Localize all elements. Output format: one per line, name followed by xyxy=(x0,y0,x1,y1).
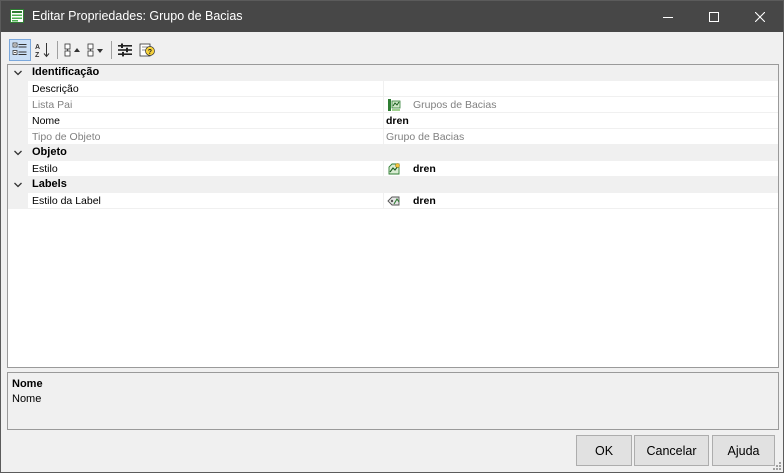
property-value-nome[interactable]: dren xyxy=(386,115,409,127)
basin-group-icon xyxy=(388,99,401,111)
description-panel: Nome Nome xyxy=(7,372,779,430)
window-title: Editar Propriedades: Grupo de Bacias xyxy=(32,9,243,23)
sort-az-icon: A Z xyxy=(35,43,50,58)
title-bar[interactable]: Editar Propriedades: Grupo de Bacias xyxy=(1,1,783,32)
property-name: Estilo xyxy=(32,163,58,175)
property-name: Estilo da Label xyxy=(32,195,101,207)
chevron-down-icon[interactable] xyxy=(13,148,23,158)
property-name: Tipo de Objeto xyxy=(32,131,101,143)
cancel-button[interactable]: Cancelar xyxy=(634,435,709,466)
svg-text:A: A xyxy=(35,44,40,51)
collapse-all-button[interactable] xyxy=(62,39,84,61)
property-pages-button[interactable] xyxy=(115,39,135,61)
property-row-tipo-de-objeto[interactable]: Tipo de Objeto Grupo de Bacias xyxy=(8,129,778,145)
close-button[interactable] xyxy=(737,1,783,32)
property-name: Descrição xyxy=(32,83,79,95)
properties-dialog: Editar Propriedades: Grupo de Bacias A Z… xyxy=(0,0,784,473)
resize-grip-icon[interactable] xyxy=(772,461,782,471)
ok-button[interactable]: OK xyxy=(576,435,632,466)
category-label: Labels xyxy=(32,178,67,190)
property-pages-icon xyxy=(118,43,132,57)
description-text: Nome xyxy=(12,393,42,405)
property-value-lista-pai: Grupos de Bacias xyxy=(413,99,497,111)
expand-all-button[interactable] xyxy=(85,39,107,61)
chevron-down-icon[interactable] xyxy=(13,68,23,78)
property-row-estilo[interactable]: Estilo dren xyxy=(8,161,778,177)
categorized-icon xyxy=(12,42,27,55)
category-objeto[interactable]: Objeto xyxy=(8,145,778,161)
app-properties-icon xyxy=(10,9,24,23)
category-labels[interactable]: Labels xyxy=(8,177,778,193)
property-row-descricao[interactable]: Descrição xyxy=(8,81,778,97)
property-name: Lista Pai xyxy=(32,99,73,111)
svg-text:?: ? xyxy=(148,49,152,56)
help-dialog-button[interactable]: Ajuda xyxy=(712,435,775,466)
help-icon: ? xyxy=(139,43,155,57)
alphabetical-view-button[interactable]: A Z xyxy=(33,39,53,61)
property-value-tipo-de-objeto: Grupo de Bacias xyxy=(386,131,465,143)
category-identificacao[interactable]: Identificação xyxy=(8,65,778,81)
svg-text:Z: Z xyxy=(35,52,40,58)
property-value-estilo-da-label[interactable]: dren xyxy=(413,195,436,207)
categorized-view-button[interactable] xyxy=(9,39,31,61)
collapse-icon xyxy=(64,43,80,57)
maximize-icon xyxy=(709,11,719,22)
property-grid-toolbar: A Z ? xyxy=(7,38,777,62)
property-row-nome[interactable]: Nome dren xyxy=(8,113,778,129)
maximize-button[interactable] xyxy=(691,1,737,32)
property-row-lista-pai[interactable]: Lista Pai Grupos de Bacias xyxy=(8,97,778,113)
category-label: Objeto xyxy=(32,146,67,158)
minimize-icon xyxy=(663,16,673,18)
label-style-icon xyxy=(387,196,400,206)
description-title: Nome xyxy=(12,378,43,390)
expand-icon xyxy=(87,43,103,57)
property-grid: Identificação Descrição Lista Pai Grupos… xyxy=(7,64,779,368)
category-label: Identificação xyxy=(32,66,100,78)
close-icon xyxy=(755,11,765,22)
help-button[interactable]: ? xyxy=(137,39,157,61)
property-name: Nome xyxy=(32,115,61,127)
style-icon xyxy=(388,163,400,175)
property-row-estilo-da-label[interactable]: Estilo da Label dren xyxy=(8,193,778,209)
property-value-estilo[interactable]: dren xyxy=(413,163,436,175)
chevron-down-icon[interactable] xyxy=(13,180,23,190)
minimize-button[interactable] xyxy=(645,1,691,32)
